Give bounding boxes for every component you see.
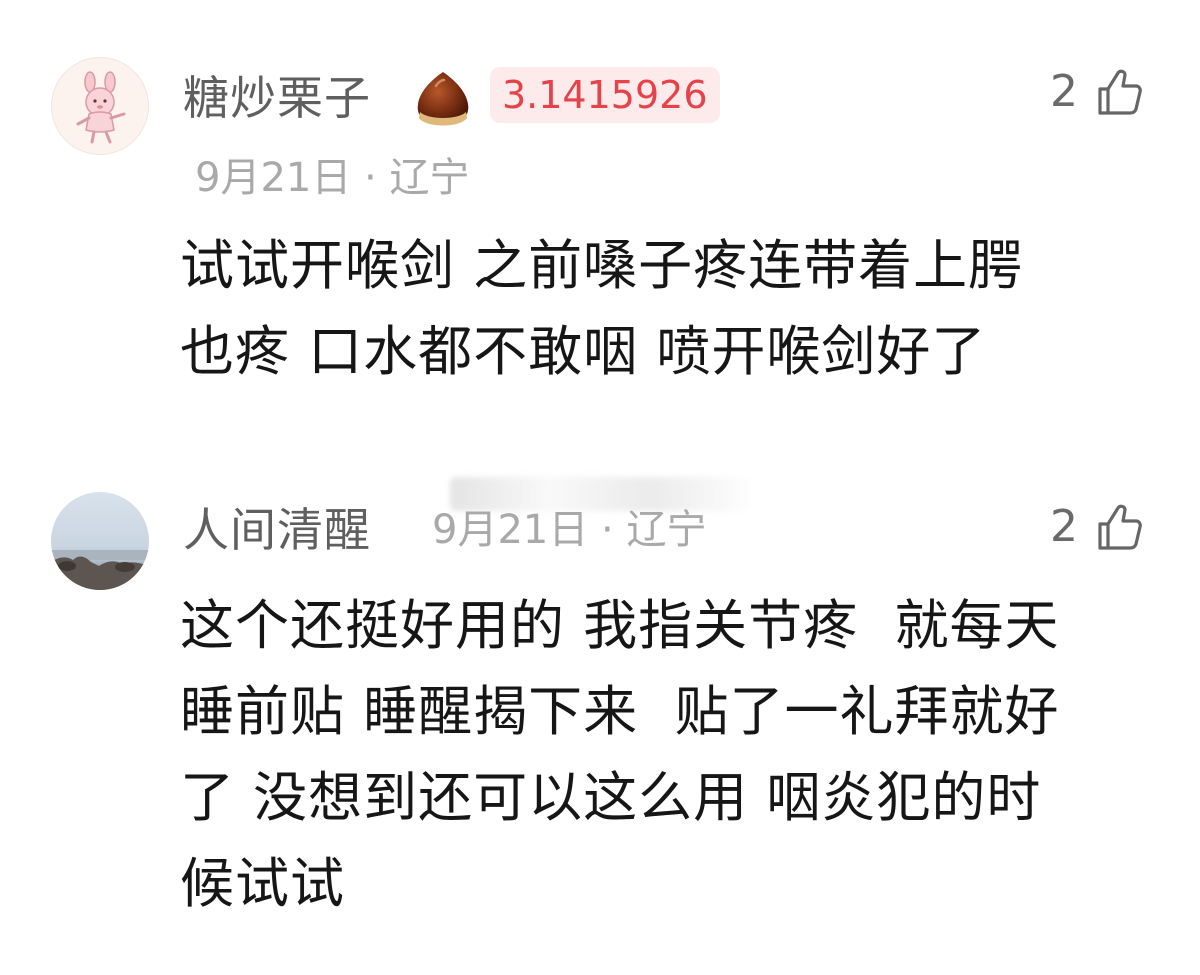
blurred-overlay (450, 477, 750, 511)
chestnut-icon (417, 72, 469, 126)
thumbs-up-icon (1098, 504, 1142, 550)
username[interactable]: 人间清醒 (183, 507, 371, 553)
comment-text: 试试开喉剑 之前嗓子疼连带着上腭 也疼 口水都不敢咽 喷开喉剑好了 (180, 234, 1024, 383)
like-count: 2 (1050, 66, 1078, 117)
pink-bunny-avatar-icon (76, 71, 126, 144)
user-avatar[interactable] (51, 57, 149, 155)
comment-text: 这个还挺好用的 我指关节疼 就每天 睡前贴 睡醒揭下来 贴了一礼拜就好 了 没想… (180, 594, 1060, 915)
username[interactable]: 糖炒栗子 (183, 75, 371, 121)
seaside-photo-avatar-icon (51, 550, 149, 590)
thumbs-up-icon (1098, 69, 1142, 115)
like-count: 2 (1050, 501, 1078, 552)
user-level-badge: 3.1415926 (490, 67, 720, 123)
like-button[interactable]: 2 (1050, 62, 1144, 122)
comment-meta: 9月21日 · 辽宁 (432, 507, 707, 553)
comment-meta: 9月21日 · 辽宁 (195, 155, 470, 201)
user-avatar[interactable] (51, 492, 149, 590)
comment-item: 糖炒栗子 3.1415926 9月21日 · 辽宁 2 试试开喉剑 之前嗓子疼连… (0, 0, 1200, 440)
like-button[interactable]: 2 (1050, 497, 1144, 557)
